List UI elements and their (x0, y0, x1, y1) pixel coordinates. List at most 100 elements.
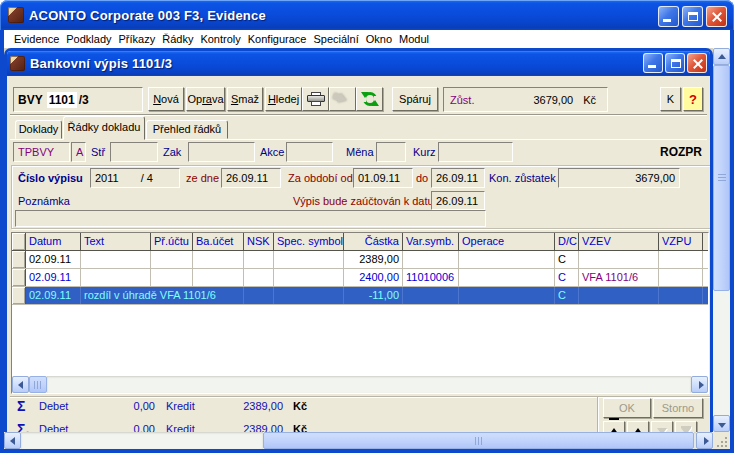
k-button[interactable]: K (660, 87, 681, 111)
column-header-3[interactable]: Ba.účet (193, 233, 244, 250)
table-cell (244, 269, 274, 286)
column-header-4[interactable]: NSK (244, 233, 274, 250)
balance-value: 3679,00 (533, 94, 573, 106)
table-cell (244, 251, 274, 268)
doc-maximize-button[interactable] (665, 53, 685, 73)
tab-radky-dokladu[interactable]: Řádky dokladu (63, 116, 145, 140)
table-row[interactable]: 02.09.112400,0011010006CVFA 1101/6 (12, 269, 708, 287)
mdi-scroll-left-button[interactable] (4, 432, 21, 449)
table-row[interactable]: 02.09.11rozdíl v úhradě VFA 1101/6-11,00… (12, 287, 708, 305)
menu-item-konfigurace[interactable]: Konfigurace (248, 33, 307, 45)
maximize-button[interactable] (682, 6, 703, 27)
pair-button[interactable]: Spáruj (392, 87, 438, 111)
menu-item-speci-ln-[interactable]: Speciální (313, 33, 358, 45)
mena-field[interactable] (376, 142, 406, 162)
ok-button[interactable]: OK (603, 398, 651, 418)
column-header-9[interactable]: D/C (555, 233, 579, 250)
close-button[interactable] (706, 6, 727, 27)
menu-item-okno[interactable]: Okno (366, 33, 392, 45)
table-horizontal-scrollbar[interactable] (12, 376, 708, 393)
table-cell (459, 287, 555, 304)
tab-doklady[interactable]: Doklady (15, 120, 62, 139)
mdi-horizontal-scrollbar[interactable] (4, 432, 713, 449)
print-button[interactable] (302, 87, 329, 111)
table-scroll-left-button[interactable] (12, 376, 29, 393)
next-button[interactable] (651, 421, 673, 432)
edit-button[interactable]: Oprava (186, 87, 225, 111)
spray-button[interactable] (329, 87, 356, 111)
balance-currency: Kč (583, 94, 596, 106)
flag-field[interactable]: A (71, 142, 86, 162)
menu-item-podklady[interactable]: Podklady (66, 33, 111, 45)
doc-minimize-button[interactable] (643, 53, 663, 73)
tab-prehled-radku[interactable]: Přehled řádků (146, 120, 228, 139)
new-button[interactable]: Nová (148, 87, 184, 111)
menu-item-modul[interactable]: Modul (399, 33, 429, 45)
statement-number-field[interactable]: 2011/ 4 (90, 168, 180, 188)
mdi-hscrollbar-thumb[interactable] (263, 432, 694, 449)
previous-button[interactable] (627, 421, 649, 432)
minimize-icon (663, 19, 671, 22)
menu-item-evidence[interactable]: Evidence (14, 33, 59, 45)
balance-label: Zůst. (450, 94, 474, 106)
table-cell: 2400,00 (344, 269, 403, 286)
row-selector[interactable] (12, 251, 26, 268)
document-icon (10, 56, 25, 71)
find-button[interactable]: Hledej (265, 87, 302, 111)
table-scroll-right-button[interactable] (691, 376, 708, 393)
mena-label: Měna (346, 146, 374, 158)
mdi-vscrollbar-thumb[interactable] (713, 65, 730, 291)
str-label: Stř (91, 146, 105, 158)
column-header-8[interactable]: Operace (459, 233, 555, 250)
posting-date-field[interactable]: 26.09.11 (431, 191, 485, 210)
column-header-1[interactable]: Text (81, 233, 151, 250)
document-title: Bankovní výpis 1101/3 (30, 56, 172, 71)
zak-field[interactable] (188, 142, 255, 162)
period-from-field[interactable]: 01.09.11 (353, 168, 413, 188)
kurz-field[interactable] (438, 142, 513, 162)
record-number-field[interactable]: BVY 1101 /3 (13, 87, 143, 112)
menu-item-p-kazy[interactable]: Příkazy (119, 33, 156, 45)
row-selector[interactable] (12, 269, 26, 286)
goto-first-button[interactable] (603, 421, 625, 432)
doc-close-button[interactable] (687, 53, 707, 73)
cancel-button[interactable]: Storno (653, 398, 703, 418)
column-header-0[interactable]: Datum (26, 233, 81, 250)
closing-balance-field[interactable]: 3679,00 (558, 168, 680, 188)
help-button[interactable]: ? (683, 87, 703, 111)
column-header-5[interactable]: Spec. symbol (274, 233, 344, 250)
table-cell: -11,00 (344, 287, 403, 304)
record-number-value: 1101 (47, 92, 77, 108)
mdi-vertical-scrollbar[interactable] (713, 48, 730, 432)
column-header-7[interactable]: Var.symb. (403, 233, 459, 250)
menu-item-kontroly[interactable]: Kontroly (200, 33, 240, 45)
spray-icon (337, 93, 348, 105)
mdi-scroll-down-button[interactable] (713, 415, 730, 432)
str-field[interactable] (110, 142, 158, 162)
mdi-scroll-up-button[interactable] (713, 48, 730, 65)
goto-last-button[interactable] (675, 421, 697, 432)
minimize-button[interactable] (658, 6, 679, 27)
mdi-scroll-right-button[interactable] (696, 432, 713, 449)
table-cell: 2389,00 (344, 251, 403, 268)
column-header-11[interactable]: VZPU (659, 233, 703, 250)
mdi-area: Bankovní výpis 1101/3 BVY 1101 /3 Nová (4, 48, 730, 449)
menu-item--dky[interactable]: Řádky (162, 33, 193, 45)
doc-type-field[interactable]: TPBVY (13, 142, 70, 162)
column-header-6[interactable]: Částka (344, 233, 403, 250)
table-cell (659, 287, 703, 304)
row-selector[interactable] (12, 287, 26, 304)
date-field[interactable]: 26.09.11 (221, 168, 281, 188)
refresh-button[interactable] (356, 87, 383, 111)
table-row[interactable]: 02.09.112389,00C (12, 251, 708, 269)
table-scrollbar-thumb[interactable] (29, 376, 47, 393)
akce-field[interactable] (286, 142, 333, 162)
resize-grip[interactable] (713, 432, 730, 449)
column-header-10[interactable]: VZEV (579, 233, 659, 250)
period-to-field[interactable]: 26.09.11 (431, 168, 485, 188)
period-label: Za období od (288, 172, 353, 184)
delete-button[interactable]: Smaž (227, 87, 263, 111)
note-field[interactable] (15, 210, 486, 227)
column-header-2[interactable]: Př.účtu (151, 233, 193, 250)
app-icon (8, 7, 24, 23)
